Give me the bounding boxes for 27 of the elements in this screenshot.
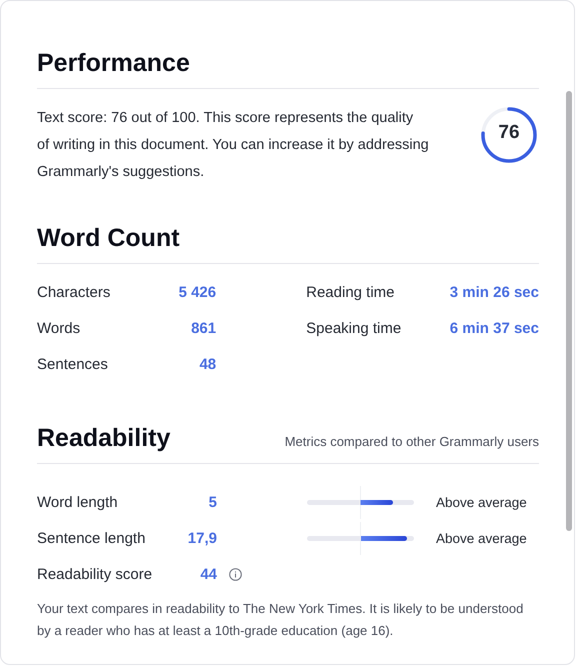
section-subtitle: Metrics compared to other Grammarly users [284, 434, 539, 449]
stat-value: 5 426 [178, 284, 216, 303]
rating-label: Above average [436, 530, 527, 546]
readability-note: Your text compares in readability to The New York Times. It is likely to be understood by a reader who has at least a 10th-grade education (age 16). [37, 600, 524, 640]
section-title: Performance [37, 49, 539, 89]
metric-value: 17,9 [186, 530, 217, 546]
stat-value: 861 [191, 320, 216, 339]
stat-label: Characters [37, 284, 110, 303]
metric-label: Readability score [37, 566, 154, 582]
metric-value: 5 [208, 494, 217, 510]
stat-label: Speaking time [306, 320, 402, 339]
stat-label: Reading time [306, 284, 395, 303]
score-description: Text score: 76 out of 100. This score represents the quality of writing in this document. You can increase it by addressing Grammarly's suggestions. [37, 109, 430, 182]
stat-value: 3 min 26 sec [450, 284, 539, 303]
info-icon[interactable] [229, 568, 242, 580]
metric-label: Sentence length [37, 530, 146, 546]
stat-value: 6 min 37 sec [450, 320, 539, 339]
scrollbar[interactable] [566, 91, 572, 531]
metric-value: 44 [199, 566, 217, 582]
stat-value: 48 [199, 356, 216, 375]
stat-label: Sentences [37, 356, 108, 375]
stat-label: Words [37, 320, 80, 339]
section-title: Word Count [37, 224, 539, 264]
metric-label: Word length [37, 494, 119, 510]
section-title: Readability [37, 424, 170, 454]
rating-label: Above average [436, 494, 527, 510]
score-value: 76 [497, 122, 521, 144]
